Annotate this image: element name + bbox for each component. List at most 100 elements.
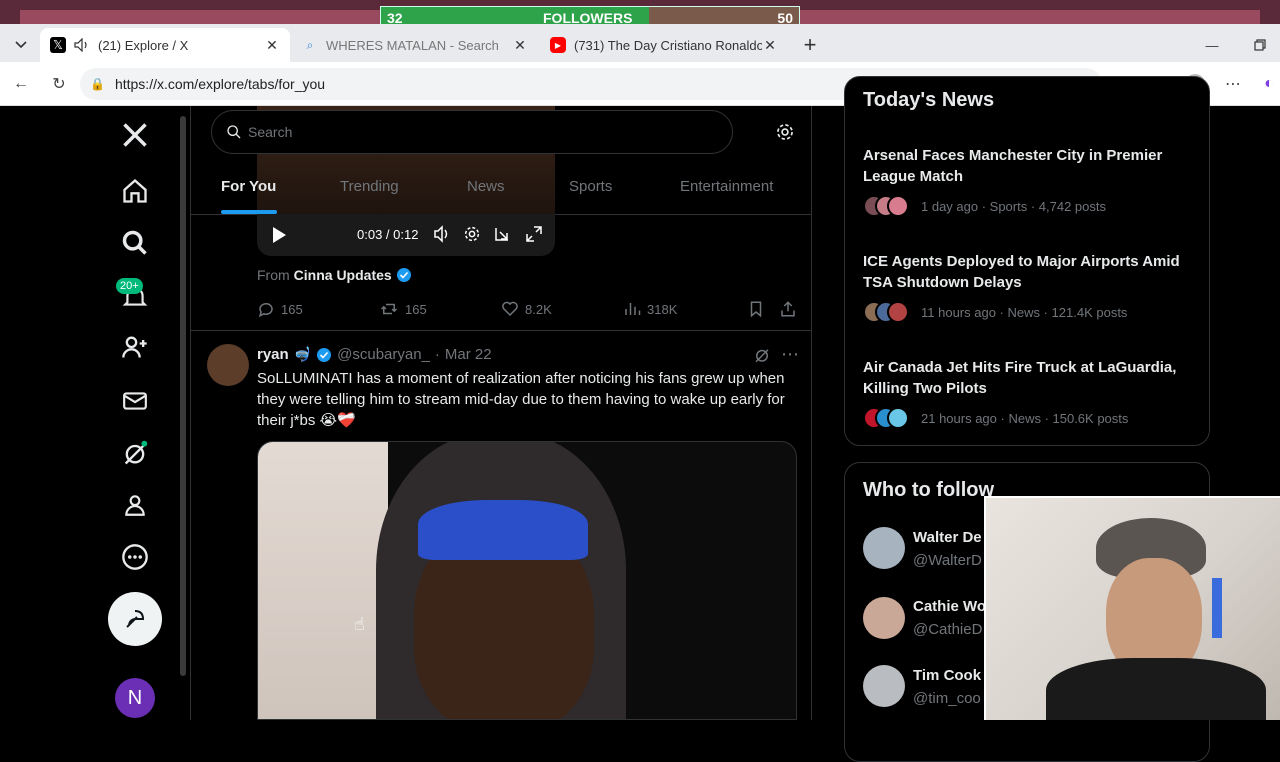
avatar[interactable] bbox=[863, 665, 905, 707]
repost-count: 165 bbox=[405, 301, 427, 317]
from-account[interactable]: Cinna Updates bbox=[294, 267, 392, 283]
tab-close-icon[interactable]: ✕ bbox=[512, 37, 528, 54]
follow-suggestion-name[interactable]: Walter De bbox=[913, 529, 982, 546]
trend-title[interactable]: Arsenal Faces Manchester City in Premier… bbox=[863, 145, 1193, 187]
fullscreen-icon[interactable] bbox=[525, 225, 543, 248]
minimize-icon[interactable]: — bbox=[1198, 28, 1226, 62]
explore-icon[interactable] bbox=[120, 228, 150, 258]
speaker-icon[interactable] bbox=[74, 37, 90, 53]
reply-button[interactable]: 165 bbox=[257, 300, 303, 318]
left-navigation: 20+ N bbox=[4, 106, 190, 720]
account-avatar[interactable]: N bbox=[115, 678, 155, 718]
site-info-icon[interactable]: 🔒 bbox=[90, 77, 105, 91]
post-icon bbox=[126, 610, 145, 628]
like-button[interactable]: 8.2K bbox=[501, 300, 552, 318]
repost-icon bbox=[380, 303, 398, 315]
follow-icon[interactable] bbox=[120, 332, 150, 362]
avatar[interactable] bbox=[863, 527, 905, 569]
grok-icon[interactable] bbox=[120, 438, 150, 468]
grok-explain-icon[interactable] bbox=[753, 346, 771, 369]
bookmark-icon[interactable] bbox=[747, 300, 765, 323]
tab-news[interactable]: News bbox=[467, 178, 505, 195]
tweet-text: SoLLUMINATI has a moment of realization … bbox=[257, 370, 785, 429]
tweet-more-icon[interactable]: ⋯ bbox=[781, 344, 799, 365]
mouse-cursor-icon: ☝ bbox=[354, 614, 365, 634]
trend-meta: 1 day ago · Sports · 4,742 posts bbox=[921, 199, 1106, 214]
tab-title: (21) Explore / X bbox=[98, 37, 189, 53]
webcam-overlay bbox=[984, 496, 1280, 720]
tweet-header: ryan 🤿 @scubaryan_ · Mar 22 bbox=[257, 346, 492, 363]
avatar[interactable] bbox=[207, 344, 249, 386]
follow-suggestion-handle: @WalterD bbox=[913, 552, 982, 569]
trend-meta: 21 hours ago · News · 150.6K posts bbox=[921, 411, 1129, 426]
follow-suggestion-handle: @tim_coo bbox=[913, 690, 981, 707]
video-controls: 0:03 / 0:12 bbox=[257, 214, 555, 256]
x-logo-icon[interactable] bbox=[120, 120, 150, 150]
webcam-light bbox=[1212, 578, 1222, 638]
profile-icon[interactable] bbox=[120, 490, 150, 520]
tweet-divider bbox=[191, 330, 811, 331]
tweet-author-emoji: 🤿 bbox=[293, 346, 312, 362]
tab-close-icon[interactable]: ✕ bbox=[762, 37, 778, 54]
tweet-date[interactable]: Mar 22 bbox=[445, 346, 492, 363]
new-tab-button[interactable]: + bbox=[796, 28, 824, 62]
tweet-author-handle[interactable]: @scubaryan_ bbox=[337, 346, 430, 363]
trends-card: Today's News Arsenal Faces Manchester Ci… bbox=[844, 76, 1210, 446]
play-icon[interactable] bbox=[271, 226, 287, 249]
more-icon[interactable] bbox=[120, 542, 150, 572]
repost-button[interactable]: 165 bbox=[379, 300, 427, 318]
post-button[interactable] bbox=[108, 592, 162, 646]
from-attribution: From Cinna Updates bbox=[257, 267, 412, 283]
youtube-favicon-icon: ▶ bbox=[550, 37, 566, 53]
video-headband bbox=[418, 500, 588, 560]
tab-sports[interactable]: Sports bbox=[569, 178, 612, 195]
follow-suggestion-name[interactable]: Tim Cook bbox=[913, 667, 981, 684]
reply-icon bbox=[258, 303, 273, 318]
trend-title[interactable]: Air Canada Jet Hits Fire Truck at LaGuar… bbox=[863, 357, 1193, 399]
restore-icon[interactable] bbox=[1246, 28, 1274, 62]
share-icon[interactable] bbox=[779, 300, 797, 323]
follow-suggestion-name[interactable]: Cathie Wo bbox=[913, 598, 986, 615]
from-label: From bbox=[257, 267, 290, 283]
like-count: 8.2K bbox=[525, 301, 552, 317]
tab-explore-x[interactable]: 𝕏 (21) Explore / X ✕ bbox=[40, 28, 290, 62]
tab-close-icon[interactable]: ✕ bbox=[264, 37, 280, 54]
like-icon bbox=[502, 301, 518, 317]
tab-entertainment[interactable]: Entertainment bbox=[680, 178, 773, 195]
reply-count: 165 bbox=[281, 301, 303, 317]
verified-badge-icon bbox=[396, 268, 411, 282]
tab-youtube-ronaldo[interactable]: ▶ (731) The Day Cristiano Ronaldo S ✕ bbox=[540, 28, 788, 62]
video-time: 0:03 / 0:12 bbox=[357, 227, 419, 242]
video-settings-icon[interactable] bbox=[463, 225, 481, 248]
back-icon[interactable]: ← bbox=[10, 73, 32, 95]
tab-matalan-search[interactable]: ⌕ WHERES MATALAN - Search ✕ bbox=[292, 28, 538, 62]
tweet-author-name[interactable]: ryan bbox=[257, 346, 289, 363]
volume-icon[interactable] bbox=[433, 225, 451, 248]
messages-icon[interactable] bbox=[120, 386, 150, 416]
trend-meta: 11 hours ago · News · 121.4K posts bbox=[921, 305, 1128, 320]
explore-main-column: Search For You Trending News Sports Ente… bbox=[190, 106, 812, 720]
copilot-icon[interactable]: ◐ bbox=[1258, 73, 1280, 95]
scrollbar[interactable] bbox=[180, 116, 186, 676]
search-icon bbox=[227, 125, 241, 139]
notifications-badge: 20+ bbox=[116, 278, 143, 294]
url-text: https://x.com/explore/tabs/for_you bbox=[114, 76, 326, 92]
tweet-video[interactable]: ☝ bbox=[257, 441, 797, 720]
tab-title: WHERES MATALAN - Search bbox=[326, 37, 499, 53]
tab-actions-chevron-icon[interactable] bbox=[10, 28, 32, 62]
pip-icon[interactable] bbox=[493, 225, 511, 248]
avatar[interactable] bbox=[863, 597, 905, 639]
refresh-icon[interactable]: ↻ bbox=[48, 73, 70, 95]
settings-more-icon[interactable]: ⋯ bbox=[1222, 73, 1244, 95]
who-to-follow-header: Who to follow bbox=[863, 479, 995, 501]
x-favicon-icon: 𝕏 bbox=[50, 37, 66, 53]
trend-title[interactable]: ICE Agents Deployed to Major Airports Am… bbox=[863, 251, 1193, 293]
tab-title: (731) The Day Cristiano Ronaldo S bbox=[574, 37, 762, 53]
tab-trending[interactable]: Trending bbox=[340, 178, 399, 195]
search-input[interactable]: Search bbox=[211, 110, 733, 154]
views-button[interactable]: 318K bbox=[623, 300, 677, 318]
home-icon[interactable] bbox=[120, 176, 150, 206]
settings-icon[interactable] bbox=[775, 122, 799, 146]
trend-avatars bbox=[863, 301, 915, 323]
tab-for-you[interactable]: For You bbox=[221, 178, 276, 195]
